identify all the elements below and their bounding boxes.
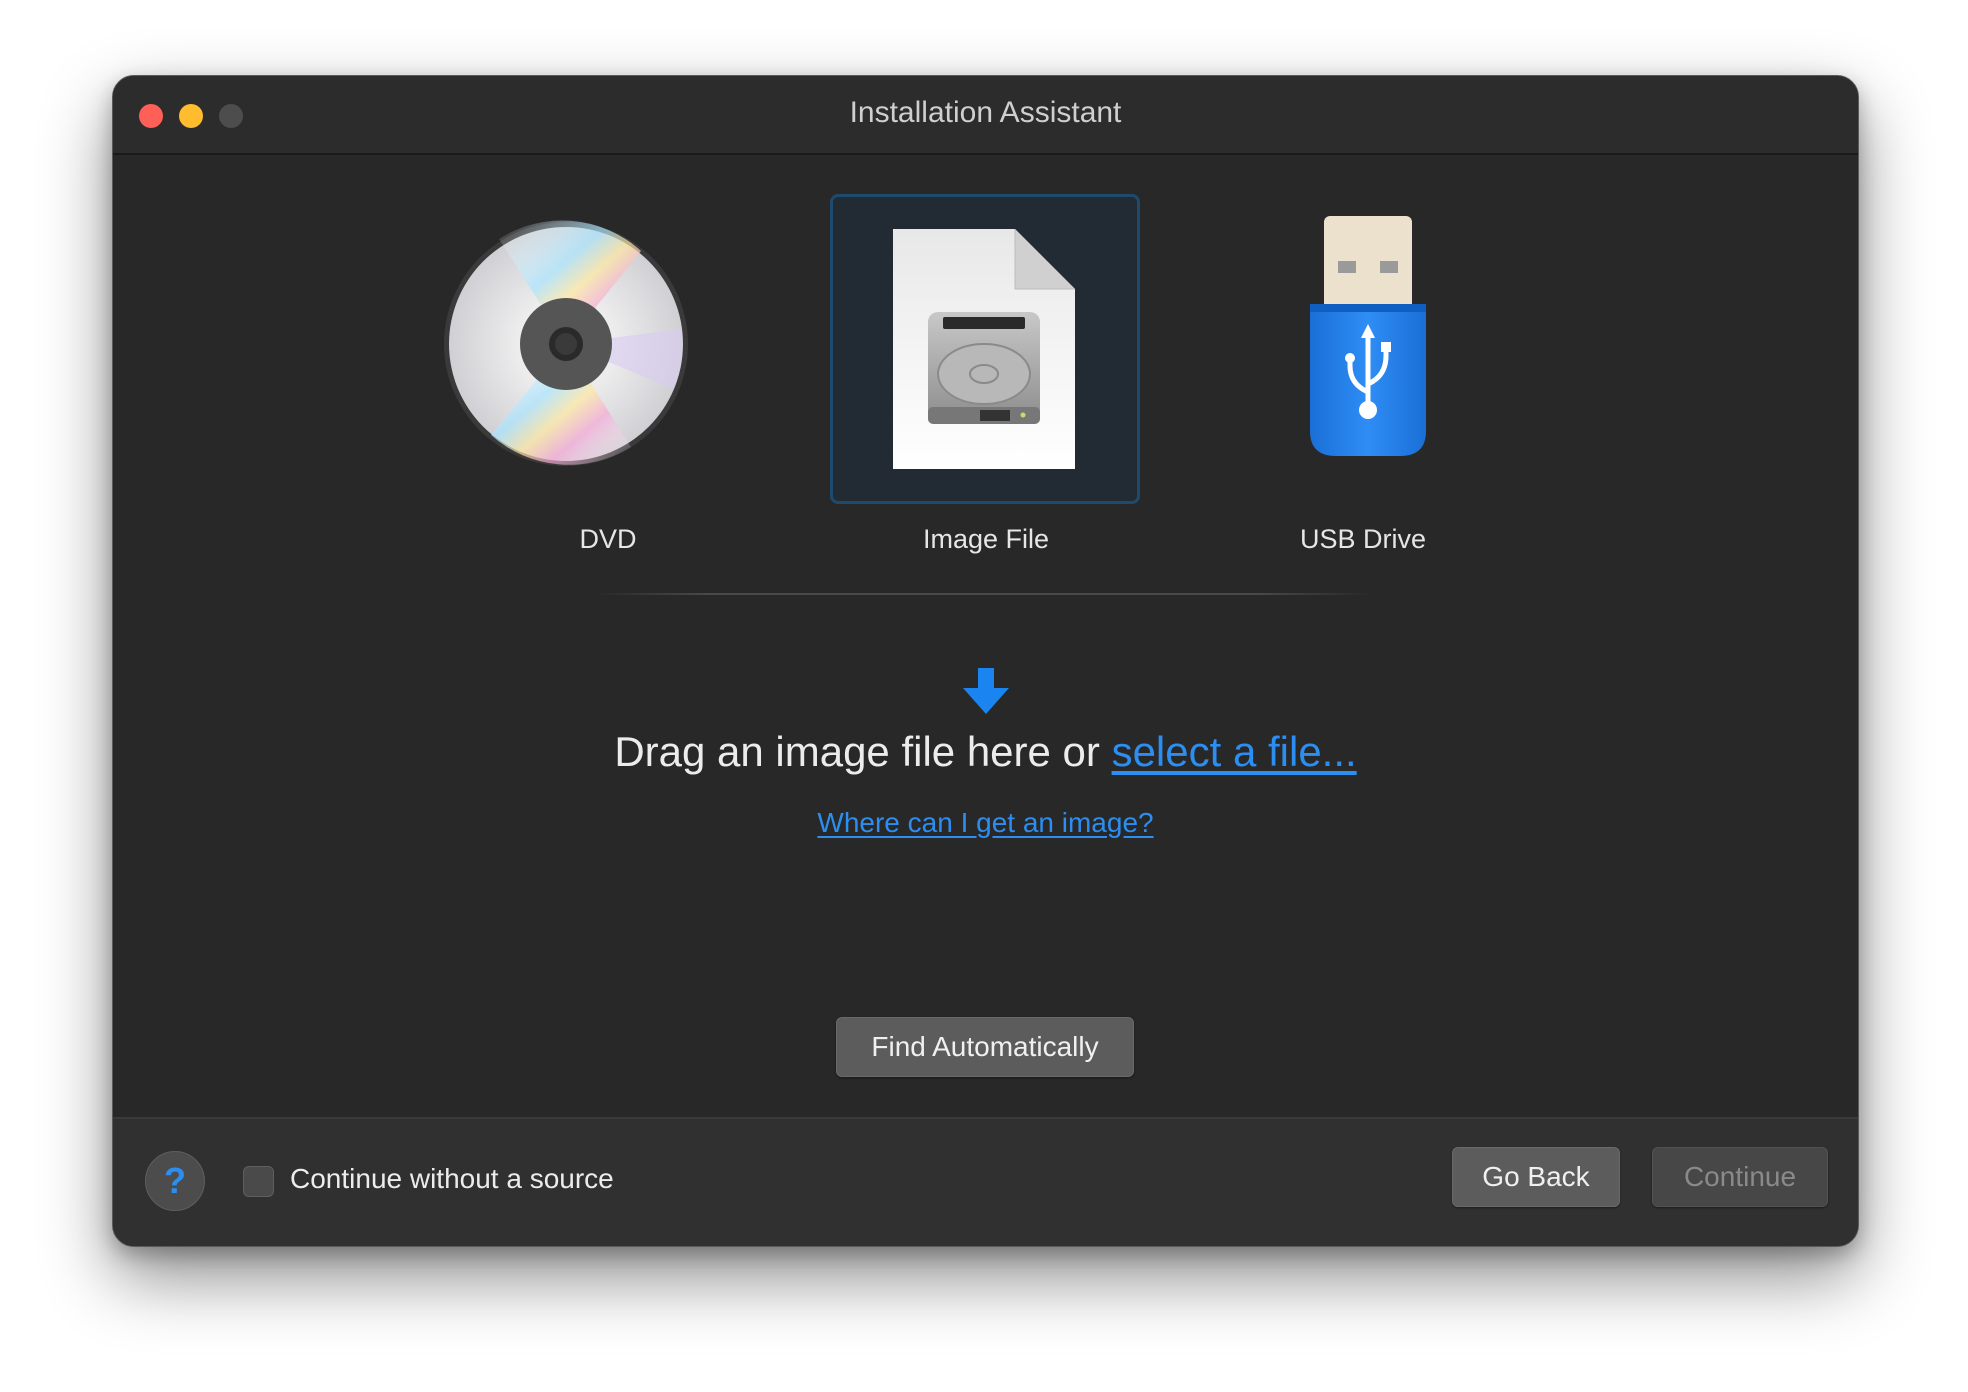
title-bar: Installation Assistant [113,76,1858,155]
image-help-container: Where can I get an image? [113,807,1858,839]
continue-without-source-checkbox[interactable] [243,1166,274,1197]
footer-bar: ? Continue without a source Go Back Cont… [113,1117,1858,1246]
source-image-file[interactable] [830,194,1140,504]
select-file-link[interactable]: select a file... [1112,728,1357,775]
find-automatically-button[interactable]: Find Automatically [836,1017,1134,1077]
continue-button[interactable]: Continue [1652,1147,1828,1207]
source-image-file-label: Image File [922,524,1050,554]
go-back-button[interactable]: Go Back [1452,1147,1620,1207]
continue-without-source-label[interactable]: Continue without a source [290,1163,614,1195]
drop-zone-text: Drag an image file here or [614,728,1112,775]
dvd-disc-icon [444,220,688,466]
source-usb-drive[interactable] [1206,194,1516,504]
installation-assistant-window: Installation Assistant DVD Image File US… [112,75,1859,1247]
usb-drive-icon [1310,216,1426,456]
source-usb-drive-label: USB Drive [1299,524,1427,554]
where-to-get-image-link[interactable]: Where can I get an image? [817,807,1153,838]
window-title: Installation Assistant [849,96,1122,129]
help-button[interactable]: ? [145,1151,205,1211]
arrow-down-icon [963,668,1009,714]
section-divider [593,593,1373,595]
disk-image-file-icon [893,229,1075,469]
drop-zone-instructions: Drag an image file here or select a file… [113,728,1858,776]
source-dvd[interactable] [411,194,721,504]
source-dvd-label: DVD [579,524,637,554]
